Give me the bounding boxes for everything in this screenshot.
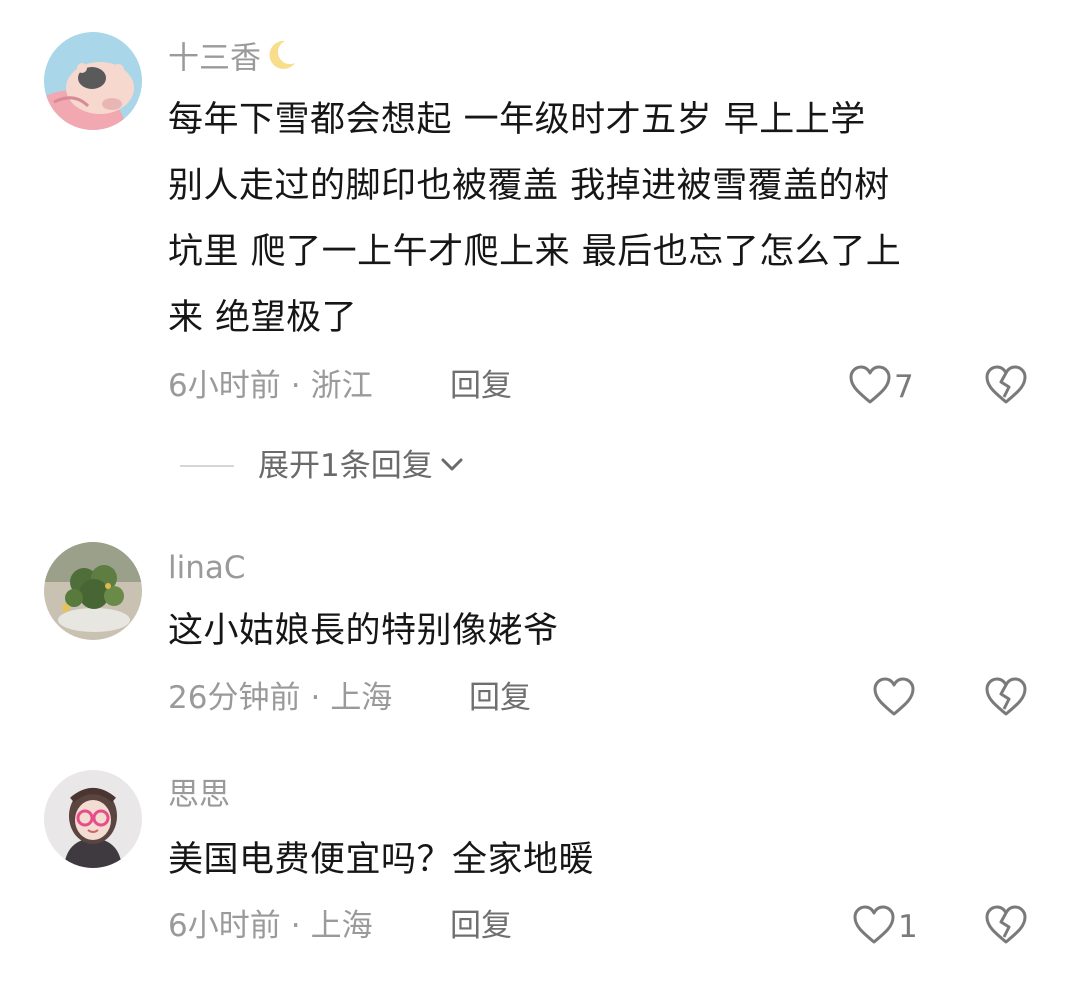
comment-text: 每年下雪都会想起 一年级时才五岁 早上上学 别人走过的脚印也被覆盖 我掉进被雪覆… [168, 87, 1038, 351]
comment-time: 26分钟前 [168, 680, 301, 716]
heart-outline-icon [852, 904, 896, 950]
comment-location: 上海 [330, 680, 393, 716]
user-avatar[interactable] [44, 542, 142, 640]
broken-heart-icon [984, 905, 1028, 950]
heart-outline-icon [872, 676, 916, 722]
comment-text: 美国电费便宜吗？全家地暖 [168, 827, 1038, 893]
comment-meta: 6小时前 · 浙江 [168, 366, 373, 406]
username[interactable]: 十三香 [168, 37, 299, 83]
comment-item: 十三香 每年下雪都会想起 一年级时才五岁 早上上学 别人走过的脚印也被覆盖 我掉… [0, 0, 1079, 510]
broken-heart-icon [984, 677, 1028, 722]
dislike-button[interactable] [984, 904, 1028, 950]
user-avatar[interactable] [44, 770, 142, 868]
like-button[interactable] [872, 676, 916, 722]
dislike-button[interactable] [984, 676, 1028, 722]
comment-line: 来 绝望极了 [168, 298, 358, 338]
username-text: 十三香 [168, 40, 261, 77]
meta-separator: · [290, 908, 301, 944]
divider-line [180, 465, 234, 467]
reply-button[interactable]: 回复 [450, 366, 512, 406]
chevron-down-icon [439, 454, 465, 478]
comment-line: 美国电费便宜吗？全家地暖 [168, 840, 595, 880]
like-count: 7 [894, 369, 914, 405]
comment-time: 6小时前 [168, 368, 281, 404]
like-button[interactable]: 1 [852, 904, 918, 950]
meta-separator: · [310, 680, 321, 716]
reply-button[interactable]: 回复 [469, 678, 531, 718]
comment-text: 这小姑娘長的特别像姥爷 [168, 598, 1038, 664]
username[interactable]: 思思 [168, 775, 230, 815]
comment-location: 浙江 [310, 368, 373, 404]
meta-separator: · [290, 368, 301, 404]
comment-line: 这小姑娘長的特别像姥爷 [168, 611, 559, 651]
user-avatar[interactable] [44, 32, 142, 130]
comment-meta: 26分钟前 · 上海 [168, 678, 392, 718]
dislike-button[interactable] [984, 364, 1028, 410]
expand-replies-button[interactable]: 展开1条回复 [180, 446, 465, 486]
comment-line: 坑里 爬了一上午才爬上来 最后也忘了怎么了上 [168, 232, 902, 272]
like-count: 1 [898, 909, 918, 945]
username[interactable]: linaC [168, 548, 246, 588]
comment-location: 上海 [310, 908, 373, 944]
reply-button[interactable]: 回复 [450, 906, 512, 946]
heart-outline-icon [848, 364, 892, 410]
comment-meta: 6小时前 · 上海 [168, 906, 373, 946]
broken-heart-icon [984, 365, 1028, 410]
comment-line: 别人走过的脚印也被覆盖 我掉进被雪覆盖的树 [168, 166, 890, 206]
crescent-moon-icon [263, 37, 299, 83]
comment-time: 6小时前 [168, 908, 281, 944]
like-button[interactable]: 7 [848, 364, 914, 410]
comment-line: 每年下雪都会想起 一年级时才五岁 早上上学 [168, 100, 866, 140]
expand-replies-label: 展开1条回复 [258, 448, 433, 484]
